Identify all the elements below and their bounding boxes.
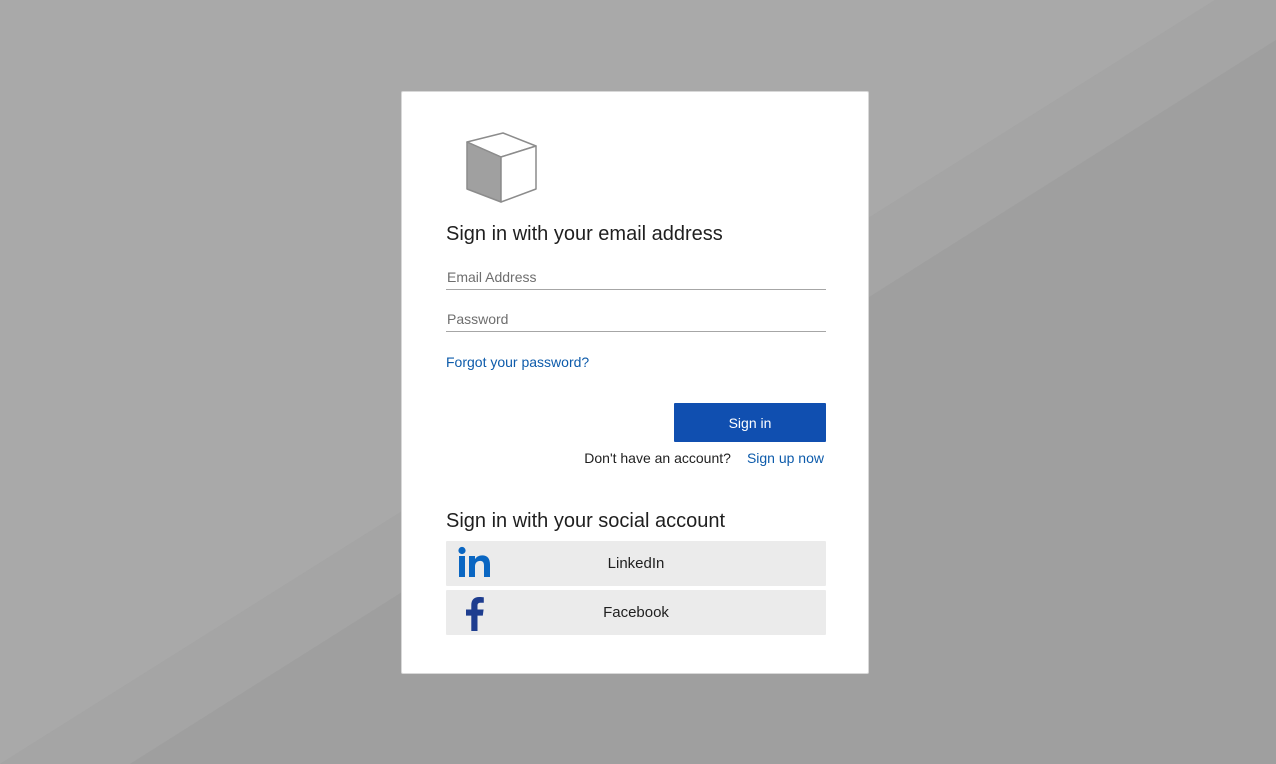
- password-input[interactable]: [446, 306, 826, 332]
- email-input[interactable]: [446, 264, 826, 290]
- facebook-label: Facebook: [603, 604, 669, 621]
- no-account-prompt: Don't have an account?: [584, 450, 731, 466]
- facebook-icon: [466, 597, 484, 631]
- linkedin-signin-button[interactable]: LinkedIn: [446, 541, 826, 586]
- sign-in-card: Sign in with your email address Forgot y…: [401, 91, 869, 674]
- sign-in-button[interactable]: Sign in: [674, 403, 826, 442]
- social-signin-heading: Sign in with your social account: [446, 510, 726, 532]
- cube-logo-icon: [466, 132, 537, 203]
- signup-row: Don't have an account? Sign up now: [584, 450, 824, 466]
- email-signin-heading: Sign in with your email address: [446, 223, 723, 245]
- forgot-password-link[interactable]: Forgot your password?: [446, 354, 589, 370]
- linkedin-label: LinkedIn: [607, 555, 665, 572]
- linkedin-icon: [458, 546, 490, 577]
- sign-up-link[interactable]: Sign up now: [747, 450, 824, 466]
- facebook-signin-button[interactable]: Facebook: [446, 590, 826, 635]
